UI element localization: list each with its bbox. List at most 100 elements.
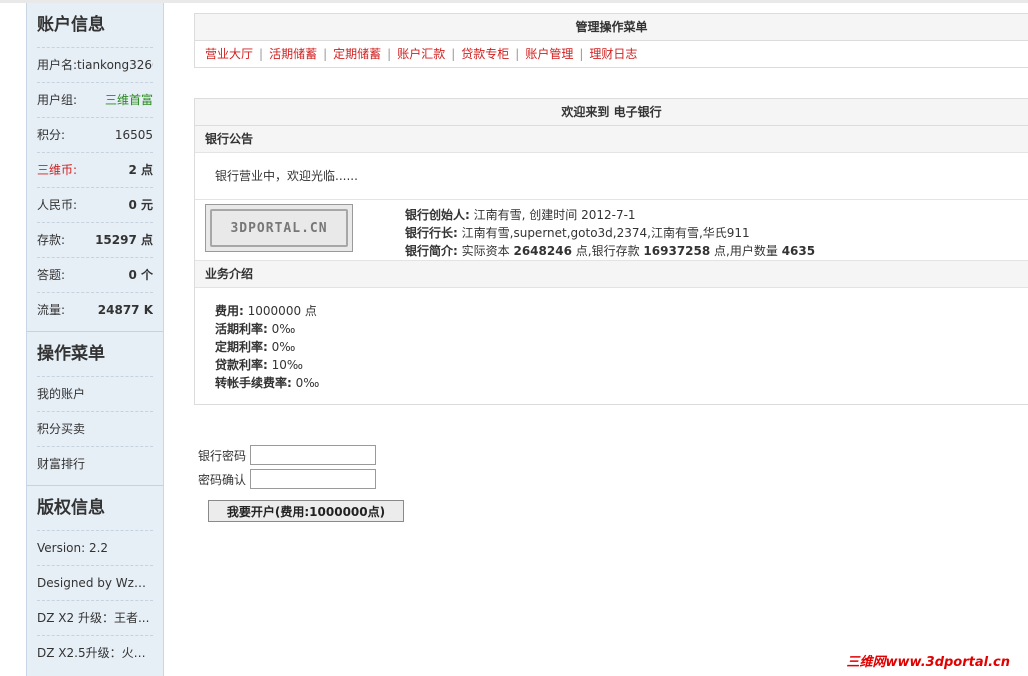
- business-label: 活期利率:: [215, 322, 268, 336]
- sidebar-item-points-trade[interactable]: 积分买卖: [37, 411, 153, 446]
- copyright-dzx25: DZ X2.5升级：火舞...: [37, 635, 153, 670]
- business-label: 转帐手续费率:: [215, 376, 292, 390]
- founder-line: 银行创始人: 江南有雪, 创建时间 2012-7-1: [405, 206, 815, 224]
- rmb-value: 0 元: [128, 198, 153, 212]
- copyright-text: Designed by Wz20...: [37, 576, 153, 590]
- president-label: 银行行长:: [405, 226, 458, 240]
- operation-menu-title: 操作菜单: [37, 344, 105, 364]
- menu-link-finance-log[interactable]: 理财日志: [589, 47, 637, 61]
- menu-link-fixed-savings[interactable]: 定期储蓄: [333, 47, 381, 61]
- traffic-row: 流量: 24877 K: [37, 292, 153, 327]
- coins-value: 2 点: [128, 163, 153, 177]
- notice-title: 银行公告: [195, 126, 1028, 153]
- intro-text-2: 点,银行存款: [575, 244, 640, 258]
- business-label: 贷款利率:: [215, 358, 268, 372]
- confirm-row: 密码确认: [198, 467, 376, 491]
- usergroup-row: 用户组: 三维首富: [37, 82, 153, 117]
- business-title: 业务介绍: [195, 260, 1028, 288]
- points-value: 16505: [114, 128, 153, 142]
- menu-link-lobby[interactable]: 营业大厅: [205, 47, 253, 61]
- management-menu-panel: 管理操作菜单 营业大厅 | 活期储蓄 | 定期储蓄 | 账户汇款 | 贷款专柜 | 账户管理 | 理财日…: [194, 13, 1028, 68]
- sidebar-item-label: 积分买卖: [37, 422, 86, 436]
- usergroup-label: 用户组:: [37, 93, 78, 107]
- deposit-label: 存款:: [37, 233, 66, 247]
- bank-info-row: 3DPORTAL.CN 银行创始人: 江南有雪, 创建时间 2012-7-1 银…: [195, 199, 1028, 260]
- open-account-form: 银行密码 密码确认: [198, 443, 376, 491]
- open-account-button[interactable]: 我要开户(费用:1000000点): [208, 500, 404, 522]
- answers-row: 答题: 0 个: [37, 257, 153, 292]
- sidebar-item-label: 我的账户: [37, 387, 86, 401]
- copyright-dzx2: DZ X2 升级：王者...: [37, 600, 153, 635]
- site-watermark: 三维网www.3dportal.cn: [846, 655, 1010, 670]
- business-transfer-fee: 转帐手续费率: 0‰: [215, 374, 1028, 392]
- notice-text: 银行营业中，欢迎光临......: [215, 169, 358, 183]
- username-value: tiankong3260: [77, 58, 153, 72]
- answers-label: 答题:: [37, 268, 66, 282]
- menu-separator: |: [259, 47, 264, 61]
- menu-separator: |: [387, 47, 392, 61]
- business-label: 定期利率:: [215, 340, 268, 354]
- business-label: 费用:: [215, 304, 244, 318]
- business-value: 0‰: [271, 340, 296, 354]
- usergroup-value: 三维首富: [104, 93, 153, 107]
- username-row: 用户名: tiankong3260: [37, 47, 153, 82]
- coins-row: 三维币: 2 点: [37, 152, 153, 187]
- business-list: 费用: 1000000 点 活期利率: 0‰ 定期利率: 0‰ 贷款利率: 10…: [195, 288, 1028, 404]
- deposit-row: 存款: 15297 点: [37, 222, 153, 257]
- points-row: 积分: 16505: [37, 117, 153, 152]
- bank-logo-text: 3DPORTAL.CN: [210, 209, 348, 247]
- rmb-row: 人民币: 0 元: [37, 187, 153, 222]
- copyright-text: DZ X2.5升级：火舞...: [37, 646, 153, 660]
- menu-separator: |: [323, 47, 328, 61]
- sidebar-item-label: 财富排行: [37, 457, 86, 471]
- username-label: 用户名:: [37, 58, 78, 72]
- password-label: 银行密码: [198, 448, 247, 463]
- sidebar: 账户信息 用户名: tiankong3260 用户组: 三维首富 积分: 165…: [26, 3, 164, 676]
- bank-logo: 3DPORTAL.CN: [205, 204, 353, 252]
- president-line: 银行行长: 江南有雪,supernet,goto3d,2374,江南有雪,华氏9…: [405, 224, 815, 242]
- intro-users: 4635: [781, 244, 816, 258]
- traffic-value: 24877 K: [97, 303, 153, 317]
- bank-password-input[interactable]: [250, 445, 376, 465]
- president-value: 江南有雪,supernet,goto3d,2374,江南有雪,华氏911: [461, 226, 750, 240]
- password-row: 银行密码: [198, 443, 376, 467]
- intro-text-3: 点,用户数量: [714, 244, 778, 258]
- account-info-title: 账户信息: [37, 15, 105, 35]
- business-demand-rate: 活期利率: 0‰: [215, 320, 1028, 338]
- menu-link-loans[interactable]: 贷款专柜: [461, 47, 509, 61]
- business-value: 10‰: [271, 358, 304, 372]
- menu-link-account-manage[interactable]: 账户管理: [525, 47, 573, 61]
- business-fixed-rate: 定期利率: 0‰: [215, 338, 1028, 356]
- intro-label: 银行简介:: [405, 244, 458, 258]
- menu-separator: |: [579, 47, 584, 61]
- sidebar-item-wealth-rank[interactable]: 财富排行: [37, 446, 153, 481]
- confirm-label: 密码确认: [198, 472, 247, 487]
- intro-text-1: 实际资本: [461, 244, 510, 258]
- deposit-value: 15297 点: [95, 233, 153, 247]
- menu-separator: |: [515, 47, 520, 61]
- copyright-text: Version: 2.2: [37, 541, 109, 555]
- bank-info-text: 银行创始人: 江南有雪, 创建时间 2012-7-1 银行行长: 江南有雪,su…: [405, 206, 815, 260]
- welcome-title: 欢迎来到 电子银行: [195, 99, 1028, 126]
- intro-line: 银行简介: 实际资本 2648246 点,银行存款 16937258 点,用户数…: [405, 242, 815, 260]
- management-menu-links: 营业大厅 | 活期储蓄 | 定期储蓄 | 账户汇款 | 贷款专柜 | 账户管理 | 理财日志: [195, 41, 1028, 67]
- menu-separator: |: [451, 47, 456, 61]
- intro-deposit: 16937258: [643, 244, 711, 258]
- menu-link-demand-savings[interactable]: 活期储蓄: [269, 47, 317, 61]
- business-value: 1000000 点: [247, 304, 317, 318]
- founder-label: 银行创始人:: [405, 208, 470, 222]
- management-menu-title: 管理操作菜单: [195, 14, 1028, 41]
- answers-value: 0 个: [128, 268, 153, 282]
- welcome-panel: 欢迎来到 电子银行 银行公告 银行营业中，欢迎光临...... 3DPORTAL…: [194, 98, 1028, 405]
- copyright-designer: Designed by Wz20...: [37, 565, 153, 600]
- copyright-title: 版权信息: [37, 498, 105, 518]
- business-value: 0‰: [271, 322, 296, 336]
- password-confirm-input[interactable]: [250, 469, 376, 489]
- business-loan-rate: 贷款利率: 10‰: [215, 356, 1028, 374]
- sidebar-item-my-account[interactable]: 我的账户: [37, 376, 153, 411]
- intro-capital: 2648246: [513, 244, 572, 258]
- copyright-version: Version: 2.2: [37, 530, 153, 565]
- founder-value: 江南有雪, 创建时间 2012-7-1: [473, 208, 636, 222]
- menu-link-remittance[interactable]: 账户汇款: [397, 47, 445, 61]
- business-fee: 费用: 1000000 点: [215, 302, 1028, 320]
